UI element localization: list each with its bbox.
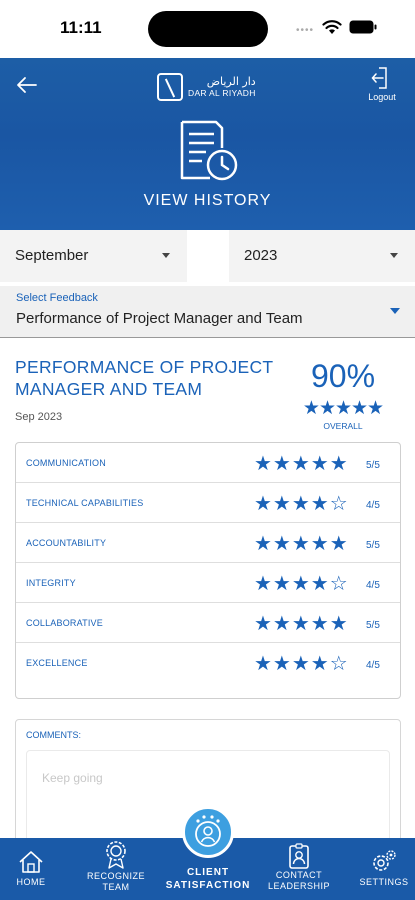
chevron-down-icon	[390, 253, 398, 258]
rating-label: TECHNICAL CAPABILITIES	[26, 498, 144, 508]
status-time: 11:11	[60, 18, 102, 37]
feedback-select-label: Select Feedback	[16, 292, 98, 304]
logout-icon	[371, 67, 387, 89]
page-title: VIEW HISTORY	[143, 192, 272, 209]
nav-contact-label-1: CONTACT	[275, 870, 323, 880]
status-bar: 11:11 ••••	[0, 0, 415, 58]
rating-label: EXCELLENCE	[26, 658, 88, 668]
rating-label: COMMUNICATION	[26, 458, 106, 468]
header: دار الرياض DAR AL RIYADH Logout VIEW HIS…	[0, 58, 415, 230]
chevron-down-icon	[162, 253, 170, 258]
rating-label: COLLABORATIVE	[26, 618, 103, 628]
feedback-select[interactable]: Select Feedback Performance of Project M…	[0, 286, 415, 338]
nav-recognize-label-1: RECOGNIZE	[86, 871, 145, 881]
star-rating: ★★★★★	[254, 531, 349, 555]
nav-home-label: HOME	[16, 877, 46, 887]
ratings-card: COMMUNICATION ★★★★★ 5/5 TECHNICAL CAPABI…	[15, 442, 401, 699]
rating-row: INTEGRITY ★★★★☆ 4/5	[16, 563, 400, 603]
nav-settings[interactable]: SETTINGS	[356, 838, 412, 900]
logout-label: Logout	[368, 92, 396, 102]
overall-percent: 90%	[310, 358, 376, 394]
year-select-value: 2023	[244, 247, 278, 264]
nav-client-satisfaction-label: CLIENT SATISFACTION	[165, 866, 251, 892]
performance-title: PERFORMANCE OF PROJECT MANAGER AND TEAM	[15, 357, 274, 399]
rating-score: 4/5	[366, 580, 380, 591]
rating-label: INTEGRITY	[26, 578, 76, 588]
back-arrow-icon[interactable]	[16, 74, 38, 96]
nav-client-satisfaction-button[interactable]	[182, 806, 234, 858]
overall-label: OVERALL	[323, 421, 363, 431]
feedback-select-value: Performance of Project Manager and Team	[16, 310, 303, 327]
rating-row: COMMUNICATION ★★★★★ 5/5	[16, 443, 400, 483]
chevron-down-icon	[390, 308, 400, 314]
comments-text: Keep going	[42, 771, 103, 785]
date-filters: September 2023	[0, 230, 415, 282]
nav-recognize-team[interactable]: RECOGNIZE TEAM	[84, 838, 148, 900]
rating-row: ACCOUNTABILITY ★★★★★ 5/5	[16, 523, 400, 563]
award-badge-icon	[106, 841, 126, 869]
rating-row: TECHNICAL CAPABILITIES ★★★★☆ 4/5	[16, 483, 400, 523]
nav-client-label-2: SATISFACTION	[165, 880, 251, 891]
nav-client-label-1: CLIENT	[186, 867, 230, 878]
star-rating: ★★★★☆	[254, 491, 349, 515]
wifi-icon	[322, 20, 342, 34]
battery-icon	[349, 20, 377, 34]
home-icon	[19, 851, 43, 873]
rating-score: 5/5	[366, 460, 380, 471]
star-rating: ★★★★☆	[254, 651, 349, 675]
star-rating: ★★★★★	[254, 451, 349, 475]
nav-contact-label-2: LEADERSHIP	[267, 881, 331, 891]
id-card-icon	[289, 843, 309, 869]
nav-home[interactable]: HOME	[8, 838, 54, 900]
rating-score: 4/5	[366, 500, 380, 511]
comments-label: COMMENTS:	[26, 730, 81, 740]
client-satisfaction-icon	[195, 815, 221, 847]
logo-text-arabic: دار الرياض	[206, 74, 256, 88]
nav-settings-label: SETTINGS	[359, 877, 409, 887]
month-select-value: September	[15, 247, 89, 264]
year-select[interactable]: 2023	[229, 230, 415, 282]
rating-score: 4/5	[366, 660, 380, 671]
overall-stars: ★★★★★	[302, 397, 384, 419]
company-logo: دار الرياض DAR AL RIYADH	[157, 72, 261, 102]
logo-text-english: DAR AL RIYADH	[188, 87, 256, 98]
gear-icon	[373, 850, 396, 871]
rating-row: COLLABORATIVE ★★★★★ 5/5	[16, 603, 400, 643]
cellular-signal-icon: ••••	[296, 25, 315, 36]
star-rating: ★★★★★	[254, 611, 349, 635]
performance-date: Sep 2023	[15, 411, 63, 423]
star-rating: ★★★★☆	[254, 571, 349, 595]
logo-mark-icon	[157, 73, 183, 101]
month-select[interactable]: September	[0, 230, 187, 282]
rating-score: 5/5	[366, 540, 380, 551]
document-history-icon	[180, 120, 238, 181]
rating-row: EXCELLENCE ★★★★☆ 4/5	[16, 643, 400, 683]
logout-button[interactable]: Logout	[362, 66, 402, 102]
dynamic-island	[148, 11, 268, 47]
rating-score: 5/5	[366, 620, 380, 631]
nav-contact-leadership[interactable]: CONTACT LEADERSHIP	[263, 838, 335, 900]
nav-recognize-label-2: TEAM	[102, 882, 130, 892]
rating-label: ACCOUNTABILITY	[26, 538, 107, 548]
